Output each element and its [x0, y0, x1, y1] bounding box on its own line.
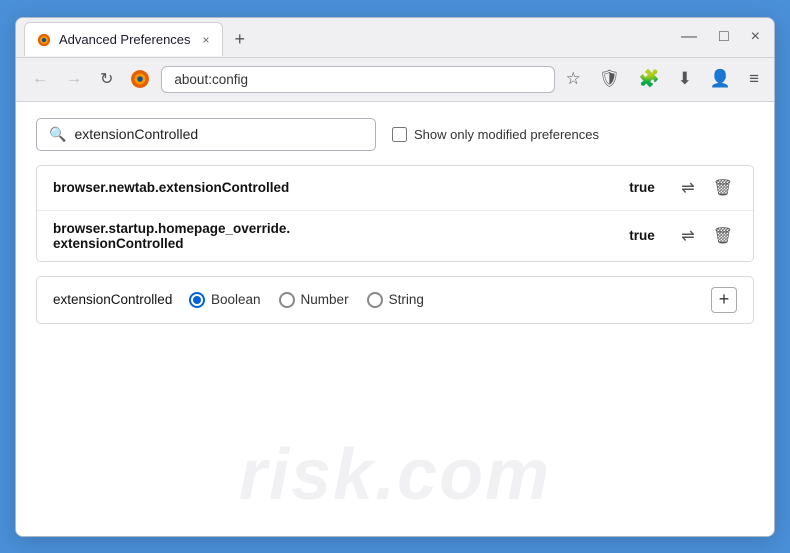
pref-name-2: browser.startup.homepage_override. exten… [53, 221, 617, 251]
type-boolean-label: Boolean [211, 292, 261, 307]
toolbar-icons: ☆ 🛡 🧩 ⬇ 👤 ≡ [561, 66, 764, 92]
search-icon: 🔍 [49, 126, 66, 143]
delete-button-1[interactable]: 🗑 [709, 176, 737, 200]
delete-icon-1: 🗑 [713, 178, 733, 198]
main-content: risk.com 🔍 Show only modified preference… [16, 102, 774, 536]
type-string[interactable]: String [367, 292, 424, 308]
table-row: browser.startup.homepage_override. exten… [37, 211, 753, 261]
radio-boolean [189, 292, 205, 308]
show-modified-label: Show only modified preferences [414, 127, 599, 142]
forward-button[interactable]: → [60, 66, 88, 92]
results-table: browser.newtab.extensionControlled true … [36, 165, 754, 262]
toggle-icon-2: ⇌ [681, 226, 694, 246]
watermark: risk.com [16, 434, 774, 516]
minimize-button[interactable]: — [675, 26, 703, 48]
show-modified-checkbox[interactable] [392, 127, 407, 142]
add-pref-name: extensionControlled [53, 292, 173, 307]
delete-icon-2: 🗑 [713, 226, 733, 246]
firefox-logo-icon [129, 68, 151, 90]
maximize-button[interactable]: □ [713, 26, 735, 48]
row-actions-2: ⇌ 🗑 [677, 224, 737, 248]
pref-value-2: true [629, 228, 665, 243]
browser-tab[interactable]: Advanced Preferences × [24, 22, 223, 56]
toolbar: ← → ↻ about:config ☆ 🛡 🧩 ⬇ 👤 ≡ [16, 58, 774, 102]
pref-name-2-line2: extensionControlled [53, 236, 184, 251]
bookmark-icon[interactable]: ☆ [561, 66, 586, 92]
radio-string [367, 292, 383, 308]
table-row: browser.newtab.extensionControlled true … [37, 166, 753, 211]
back-button[interactable]: ← [26, 66, 54, 92]
shield-icon[interactable]: 🛡 [594, 66, 626, 92]
pref-value-1: true [629, 180, 665, 195]
type-options: Boolean Number String [189, 292, 695, 308]
back-icon: ← [32, 70, 48, 88]
toggle-button-1[interactable]: ⇌ [677, 176, 698, 200]
radio-boolean-inner [193, 296, 201, 304]
pref-name-1: browser.newtab.extensionControlled [53, 180, 617, 195]
add-pref-row: extensionControlled Boolean Number [36, 276, 754, 324]
browser-window: Advanced Preferences × + — □ × ← → ↻ abo… [15, 17, 775, 537]
search-box: 🔍 [36, 118, 376, 151]
type-boolean[interactable]: Boolean [189, 292, 261, 308]
extension-icon[interactable]: 🧩 [633, 66, 664, 92]
menu-icon[interactable]: ≡ [744, 66, 764, 92]
add-pref-button[interactable]: + [711, 287, 737, 313]
toggle-icon-1: ⇌ [681, 178, 694, 198]
address-bar[interactable]: about:config [161, 66, 554, 93]
address-text: about:config [174, 72, 248, 87]
download-icon[interactable]: ⬇ [673, 66, 697, 92]
tab-title: Advanced Preferences [59, 32, 191, 47]
search-row: 🔍 Show only modified preferences [36, 118, 754, 151]
show-modified-row: Show only modified preferences [392, 127, 599, 142]
tab-close-button[interactable]: × [203, 33, 210, 47]
type-string-label: String [389, 292, 424, 307]
reload-button[interactable]: ↻ [94, 65, 119, 93]
profile-icon[interactable]: 👤 [705, 66, 736, 92]
search-input[interactable] [74, 126, 363, 142]
close-window-button[interactable]: × [745, 26, 766, 48]
type-number-label: Number [301, 292, 349, 307]
title-bar: Advanced Preferences × + — □ × [16, 18, 774, 58]
pref-name-2-line1: browser.startup.homepage_override. [53, 221, 290, 236]
type-number[interactable]: Number [279, 292, 349, 308]
row-actions-1: ⇌ 🗑 [677, 176, 737, 200]
radio-number [279, 292, 295, 308]
window-controls: — □ × [675, 26, 766, 48]
delete-button-2[interactable]: 🗑 [709, 224, 737, 248]
new-tab-button[interactable]: + [227, 25, 254, 54]
toggle-button-2[interactable]: ⇌ [677, 224, 698, 248]
reload-icon: ↻ [100, 69, 113, 89]
tab-favicon [37, 33, 51, 47]
forward-icon: → [66, 70, 82, 88]
